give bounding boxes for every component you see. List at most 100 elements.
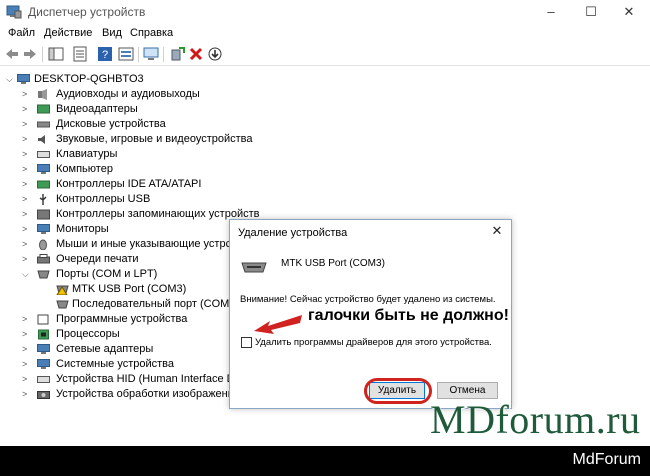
window-title: Диспетчер устройств xyxy=(28,5,146,19)
svg-text:?: ? xyxy=(102,49,108,61)
chevron-right-icon[interactable]: > xyxy=(22,327,30,342)
computer-icon xyxy=(17,74,30,84)
dialog-title: Удаление устройства xyxy=(238,227,348,239)
menu-action[interactable]: Действие xyxy=(44,27,92,39)
tree-item-label: Сетевые адаптеры xyxy=(56,343,154,355)
chevron-down-icon[interactable]: ⌵ xyxy=(6,72,14,87)
menu-view[interactable]: Вид xyxy=(102,27,122,39)
tree-item-label: Контроллеры IDE ATA/ATAPI xyxy=(56,178,202,190)
tree-item-label: Контроллеры USB xyxy=(56,193,151,205)
tree-item-label: Дисковые устройства xyxy=(56,118,166,130)
chevron-right-icon[interactable]: > xyxy=(22,192,30,207)
red-arrow-icon xyxy=(254,315,302,334)
port-icon xyxy=(56,300,69,309)
tree-item-label: Устройства обработки изображений xyxy=(56,388,241,400)
monitor-icon xyxy=(37,224,50,234)
delete-driver-checkbox[interactable] xyxy=(241,337,252,348)
warning-port-icon xyxy=(56,285,69,295)
audio-icon xyxy=(38,89,47,100)
device-manager-icon xyxy=(6,5,22,19)
close-button[interactable]: ✕ xyxy=(612,2,646,22)
tree-item-label: Видеоадаптеры xyxy=(56,103,138,115)
network-icon xyxy=(37,344,50,354)
keyboard-icon xyxy=(37,151,50,158)
title-bar: Диспетчер устройств – ☐ ✕ xyxy=(0,0,650,24)
toolbar-separator xyxy=(42,47,43,62)
chevron-right-icon[interactable]: > xyxy=(22,207,30,222)
chevron-right-icon[interactable]: > xyxy=(22,357,30,372)
minimize-button[interactable]: – xyxy=(534,2,568,22)
chevron-right-icon[interactable]: > xyxy=(22,312,30,327)
chevron-right-icon[interactable]: > xyxy=(22,147,30,162)
chevron-right-icon[interactable]: > xyxy=(22,342,30,357)
chevron-right-icon[interactable]: > xyxy=(22,177,30,192)
tree-item-label: Процессоры xyxy=(56,328,120,340)
tree-item-label: Звуковые, игровые и видеоустройства xyxy=(56,133,253,145)
system-icon xyxy=(37,359,50,369)
tree-item-label: MTK USB Port (COM3) xyxy=(72,283,187,295)
tree-item-label: Клавиатуры xyxy=(56,148,118,160)
tree-item-label: Мониторы xyxy=(56,223,109,235)
forward-arrow-icon[interactable] xyxy=(22,46,38,62)
usb-icon xyxy=(39,194,47,205)
toolbar: ? xyxy=(0,44,650,66)
scan-hardware-icon[interactable] xyxy=(143,46,159,62)
watermark-bar xyxy=(0,446,650,476)
cpu-icon xyxy=(38,329,49,340)
chevron-right-icon[interactable]: > xyxy=(22,87,30,102)
display-adapter-icon xyxy=(37,104,50,114)
ide-icon xyxy=(37,180,50,189)
tree-root-label: DESKTOP-QGHBTO3 xyxy=(34,73,144,85)
view-icon[interactable] xyxy=(118,46,134,62)
menu-help[interactable]: Справка xyxy=(130,27,173,39)
chevron-right-icon[interactable]: > xyxy=(22,102,30,117)
watermark-caption: MdForum xyxy=(572,451,641,468)
annotation-text: галочки быть не должно! xyxy=(308,307,509,324)
chevron-right-icon[interactable]: > xyxy=(22,132,30,147)
tree-item-label: Очереди печати xyxy=(56,253,139,265)
tree-item-label: Мыши и иные указывающие устрс xyxy=(56,238,232,250)
disable-device-icon[interactable] xyxy=(207,46,223,62)
tree-item-label: Аудиовходы и аудиовыходы xyxy=(56,88,200,100)
uninstall-device-icon[interactable] xyxy=(188,46,204,62)
port-device-icon xyxy=(241,262,267,273)
tree-item-label: Компьютер xyxy=(56,163,113,175)
software-device-icon xyxy=(37,314,49,325)
chevron-right-icon[interactable]: > xyxy=(22,252,30,267)
toolbar-separator xyxy=(138,47,139,62)
chevron-right-icon[interactable]: > xyxy=(22,372,30,387)
mouse-icon xyxy=(39,239,47,250)
disk-icon xyxy=(37,121,50,128)
storage-icon xyxy=(37,209,50,220)
update-driver-icon[interactable] xyxy=(170,46,186,62)
sound-icon xyxy=(38,135,45,144)
hid-icon xyxy=(37,376,50,383)
properties-icon[interactable] xyxy=(72,46,88,62)
dialog-device-name: MTK USB Port (COM3) xyxy=(281,258,385,269)
chevron-right-icon[interactable]: > xyxy=(22,387,30,402)
tree-item-label: Последовательный порт (COM1) xyxy=(72,298,240,310)
dialog-close-button[interactable]: ✕ xyxy=(489,223,505,239)
chevron-right-icon[interactable]: > xyxy=(22,117,30,132)
camera-icon xyxy=(37,391,50,399)
menu-file[interactable]: Файл xyxy=(8,27,35,39)
dialog-warning: Внимание! Сейчас устройство будет удален… xyxy=(240,294,496,305)
chevron-right-icon[interactable]: > xyxy=(22,162,30,177)
tree-item-label: Порты (COM и LPT) xyxy=(56,268,158,280)
delete-driver-label: Удалить программы драйверов для этого ус… xyxy=(255,337,492,348)
help-icon[interactable]: ? xyxy=(97,46,113,62)
tree-item-label: Программные устройства xyxy=(56,313,188,325)
show-hide-tree-icon[interactable] xyxy=(48,46,64,62)
chevron-right-icon[interactable]: > xyxy=(22,237,30,252)
port-icon xyxy=(37,270,50,279)
back-arrow-icon[interactable] xyxy=(4,46,20,62)
tree-item-label: Устройства HID (Human Interface Devi xyxy=(56,373,249,385)
maximize-button[interactable]: ☐ xyxy=(574,2,608,22)
menu-bar: Файл Действие Вид Справка xyxy=(0,24,650,44)
chevron-down-icon[interactable]: ⌵ xyxy=(22,267,30,282)
chevron-right-icon[interactable]: > xyxy=(22,222,30,237)
watermark-logo: MDforum.ru xyxy=(430,397,641,442)
printer-icon xyxy=(37,254,50,264)
toolbar-separator xyxy=(163,47,164,62)
highlight-oval xyxy=(364,378,432,404)
